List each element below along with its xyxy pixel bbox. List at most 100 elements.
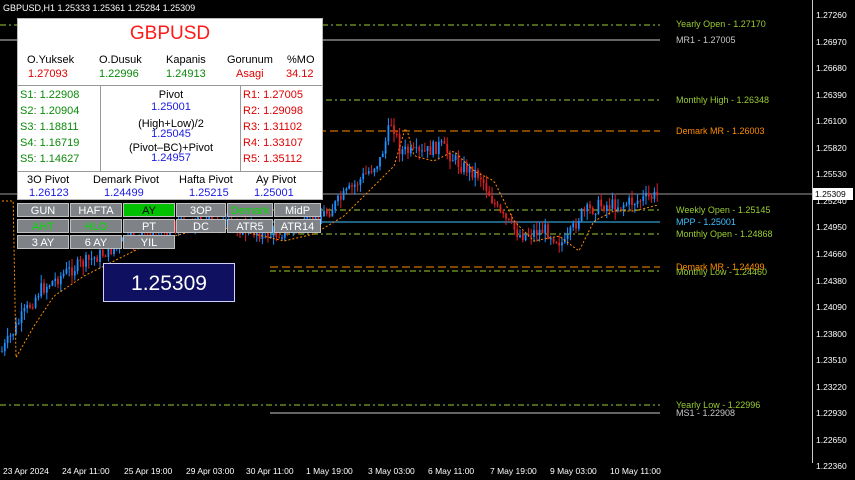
price-tick: 1.26680: [816, 63, 847, 74]
candle-body: [73, 271, 76, 276]
time-tick: 7 May 19:00: [490, 466, 537, 476]
candle-body: [23, 308, 26, 312]
candle-body: [93, 257, 96, 259]
value-hafta-pivot: 1.25215: [189, 187, 229, 199]
candle-body: [15, 323, 17, 335]
candle-body: [325, 210, 328, 214]
price-tick: 1.26970: [816, 36, 847, 47]
candle-body: [656, 191, 659, 196]
candle-body: [614, 199, 617, 212]
candle-body: [345, 188, 348, 191]
candle-body: [51, 281, 54, 286]
header-ay-pivot: Ay Pivot: [256, 174, 297, 186]
button-hafta[interactable]: HAFTA: [70, 203, 122, 217]
candle-body: [57, 278, 59, 285]
candle-body: [524, 233, 527, 241]
candle-body: [544, 224, 547, 234]
header-gorunum: Gorunum: [227, 54, 273, 66]
candle-body: [625, 204, 628, 206]
button-ay[interactable]: AY: [123, 203, 175, 217]
level-label-ms1: MS1 - 1.22908: [676, 408, 736, 418]
candle-body: [85, 255, 87, 267]
candle-body: [101, 250, 104, 256]
candle-body: [577, 221, 580, 229]
level-label-weekly-open: Weekly Open - 1.25145: [676, 205, 771, 215]
candle-body: [353, 184, 356, 187]
button-yil[interactable]: YIL: [123, 235, 175, 249]
time-tick: 30 Apr 11:00: [246, 466, 294, 476]
candle-body: [437, 141, 440, 154]
candle-body: [37, 296, 40, 298]
candle-body: [90, 258, 93, 260]
candle-body: [415, 147, 418, 149]
candle-body: [71, 267, 73, 276]
candle-body: [474, 170, 477, 178]
candle-body: [379, 156, 381, 167]
candle-body: [519, 235, 521, 237]
candle-body: [608, 205, 611, 209]
candle-body: [68, 267, 71, 269]
candle-body: [513, 220, 516, 230]
time-tick: 24 Apr 11:00: [62, 466, 110, 476]
panel-symbol: GBPUSD: [129, 23, 211, 44]
candle-body: [65, 268, 68, 274]
button-demark[interactable]: Demark: [227, 203, 273, 217]
candle-body: [547, 224, 549, 240]
support-s2: S2: 1.20904: [20, 105, 80, 117]
candle-body: [597, 199, 600, 214]
button-atr5[interactable]: ATR5: [227, 219, 273, 233]
hl2-value: 1.25045: [151, 128, 191, 140]
price-tick: 1.22650: [816, 434, 847, 445]
candle-body: [258, 233, 261, 240]
button-3op[interactable]: 3OP: [176, 203, 226, 217]
candle-body: [451, 160, 454, 162]
candle-body: [555, 242, 558, 244]
candle-body: [435, 141, 437, 154]
button-hlo[interactable]: HLO: [70, 219, 122, 233]
chart-title: GBPUSD,H1 1.25333 1.25361 1.25284 1.2530…: [3, 3, 196, 13]
candle-body: [566, 234, 569, 240]
button-dc[interactable]: DC: [176, 219, 226, 233]
candle-body: [421, 150, 423, 152]
candle-body: [342, 190, 345, 200]
candle-body: [409, 146, 412, 154]
candle-body: [387, 125, 390, 142]
candle-body: [367, 171, 370, 174]
candle-body: [339, 195, 342, 200]
candle-body: [76, 259, 79, 272]
candle-body: [572, 223, 575, 228]
button-aht[interactable]: AHT: [17, 219, 69, 233]
candle-body: [645, 192, 647, 197]
candle-body: [510, 219, 513, 221]
price-tick: 1.23800: [816, 328, 847, 339]
candle-body: [1, 351, 3, 353]
candle-body: [479, 177, 482, 180]
candle-body: [533, 230, 535, 237]
candle-body: [636, 200, 639, 204]
level-label-monthly-high: Monthly High - 1.26348: [676, 95, 770, 105]
button-3-ay[interactable]: 3 AY: [17, 235, 69, 249]
candle-body: [589, 204, 591, 208]
header-demark-pivot: Demark Pivot: [93, 174, 160, 186]
candle-body: [373, 168, 376, 173]
candle-body: [96, 257, 99, 262]
button-pt[interactable]: PT: [123, 219, 175, 233]
button-atr14[interactable]: ATR14: [274, 219, 321, 233]
candle-body: [440, 141, 443, 143]
candle-body: [359, 179, 362, 185]
candle-body: [20, 311, 23, 323]
candle-body: [580, 208, 583, 222]
candle-body: [561, 242, 563, 246]
candle-body: [423, 150, 426, 152]
candle-body: [59, 276, 62, 285]
button-midp[interactable]: MidP: [274, 203, 321, 217]
button-6-ay[interactable]: 6 AY: [70, 235, 122, 249]
candle-body: [605, 205, 608, 211]
candle-body: [12, 334, 15, 336]
button-gun[interactable]: GUN: [17, 203, 69, 217]
price-tick: 1.26390: [816, 89, 847, 100]
candle-body: [40, 283, 43, 297]
candle-body: [87, 255, 90, 260]
price-tick: 1.26100: [816, 116, 847, 127]
candle-body: [29, 304, 31, 308]
